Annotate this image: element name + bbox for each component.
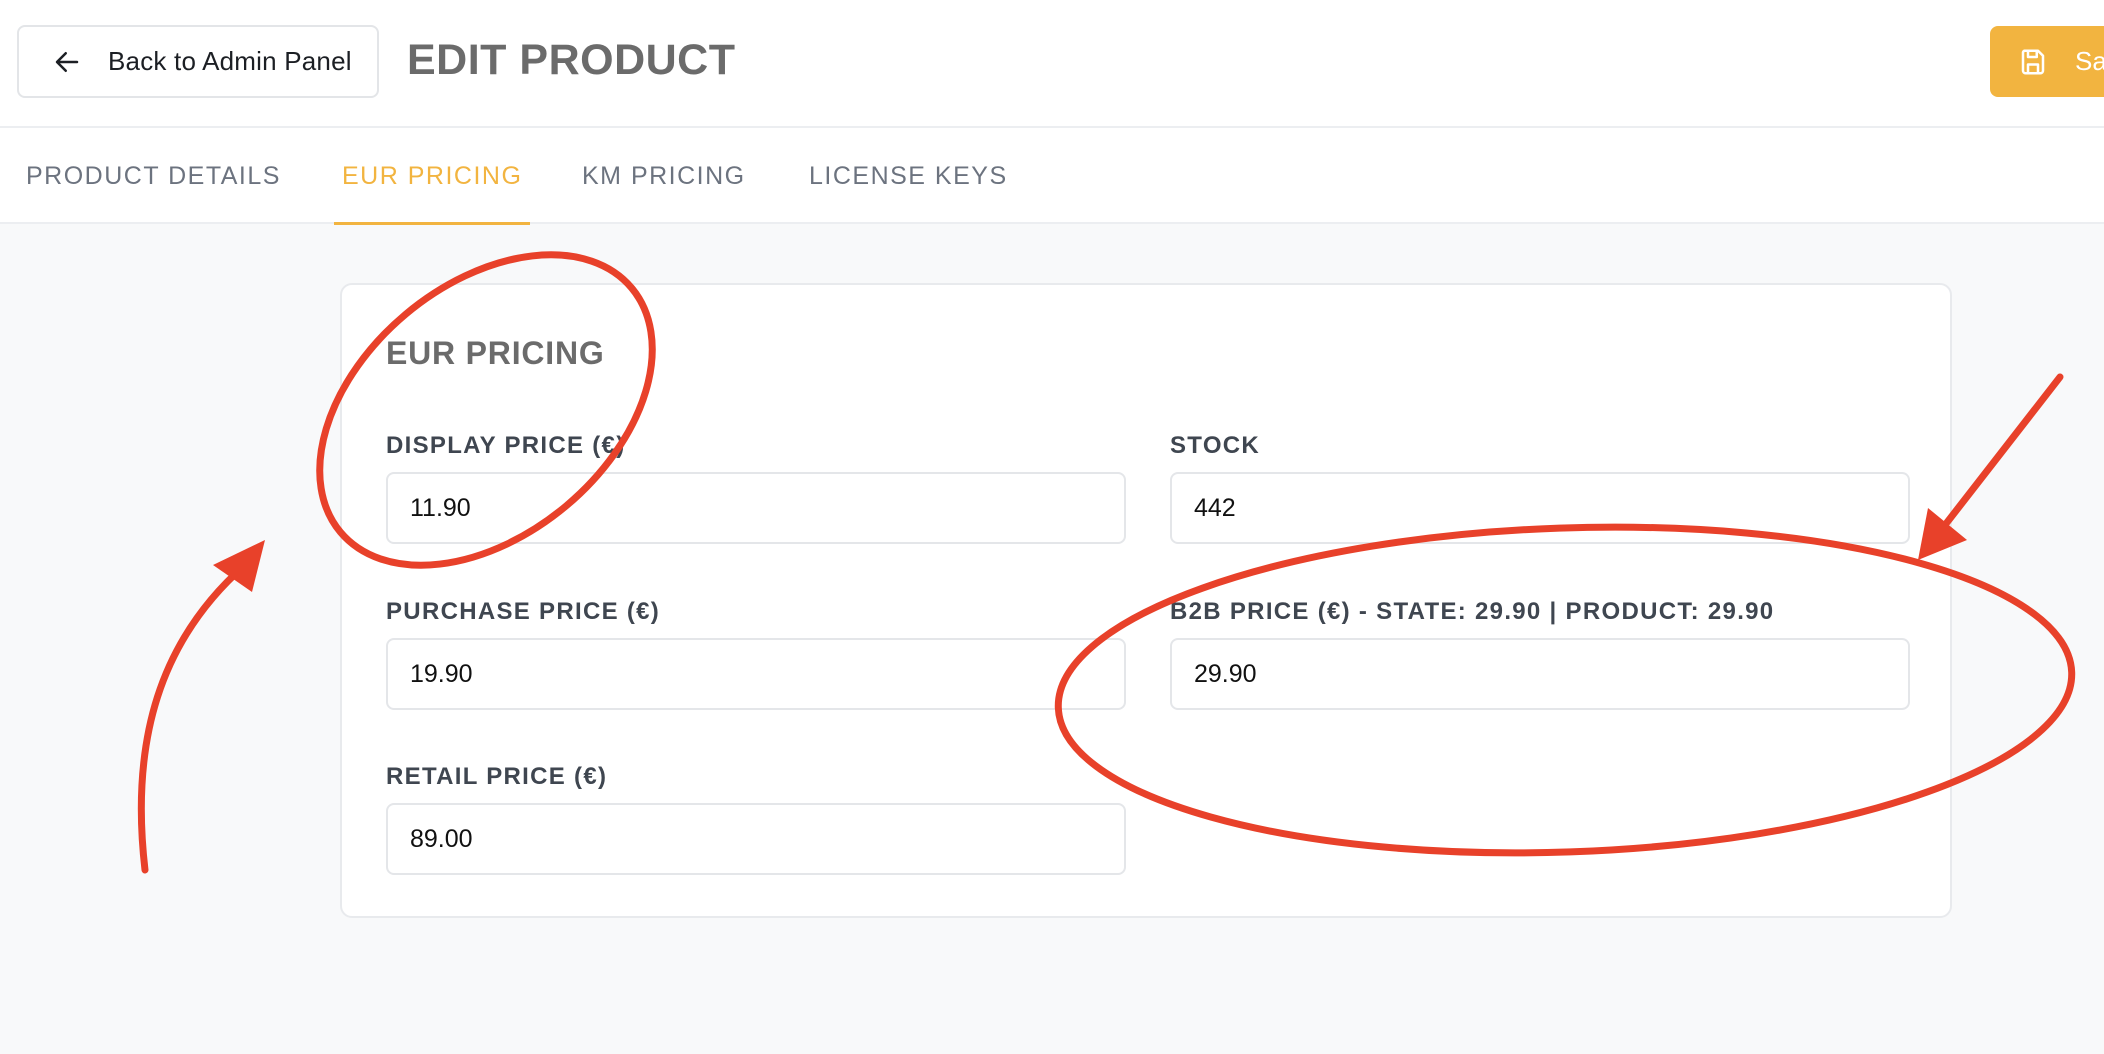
tab-eur-pricing[interactable]: EUR PRICING: [333, 128, 531, 225]
eur-pricing-card: EUR PRICING DISPLAY PRICE (€) STOCK PURC…: [340, 283, 1952, 918]
save-button[interactable]: Sa: [1990, 26, 2104, 97]
back-button-label: Back to Admin Panel: [108, 46, 352, 76]
back-to-admin-button[interactable]: Back to Admin Panel: [17, 25, 379, 98]
stock-label: STOCK: [1170, 432, 1261, 459]
save-icon: [2021, 49, 2045, 74]
retail-price-label: RETAIL PRICE (€): [386, 763, 608, 790]
tab-license-keys[interactable]: LICENSE KEYS: [809, 128, 1008, 224]
retail-price-input[interactable]: [386, 803, 1126, 875]
save-button-label: Sa: [2075, 46, 2104, 76]
edit-product-page: Back to Admin Panel EDIT PRODUCT Sa PROD…: [0, 0, 2104, 1054]
annotation-arrow-curved: [137, 561, 249, 874]
tab-km-pricing[interactable]: KM PRICING: [582, 128, 746, 224]
b2b-price-input[interactable]: [1170, 638, 1910, 710]
tab-bar: PRODUCT DETAILS EUR PRICING KM PRICING L…: [0, 128, 2104, 225]
purchase-price-label: PURCHASE PRICE (€): [386, 598, 661, 625]
b2b-price-label: B2B PRICE (€) - STATE: 29.90 | PRODUCT: …: [1170, 598, 1775, 625]
purchase-price-input[interactable]: [386, 638, 1126, 710]
arrow-head-curved-icon: [213, 540, 265, 592]
top-header: Back to Admin Panel EDIT PRODUCT Sa: [0, 0, 2104, 128]
tab-product-details[interactable]: PRODUCT DETAILS: [26, 128, 281, 224]
stock-input[interactable]: [1170, 472, 1910, 544]
card-title: EUR PRICING: [386, 335, 605, 371]
display-price-input[interactable]: [386, 472, 1126, 544]
annotation-arrow-straight: [1941, 373, 2064, 529]
display-price-label: DISPLAY PRICE (€): [386, 432, 626, 459]
arrow-left-icon: [55, 51, 79, 72]
page-title: EDIT PRODUCT: [407, 36, 736, 84]
